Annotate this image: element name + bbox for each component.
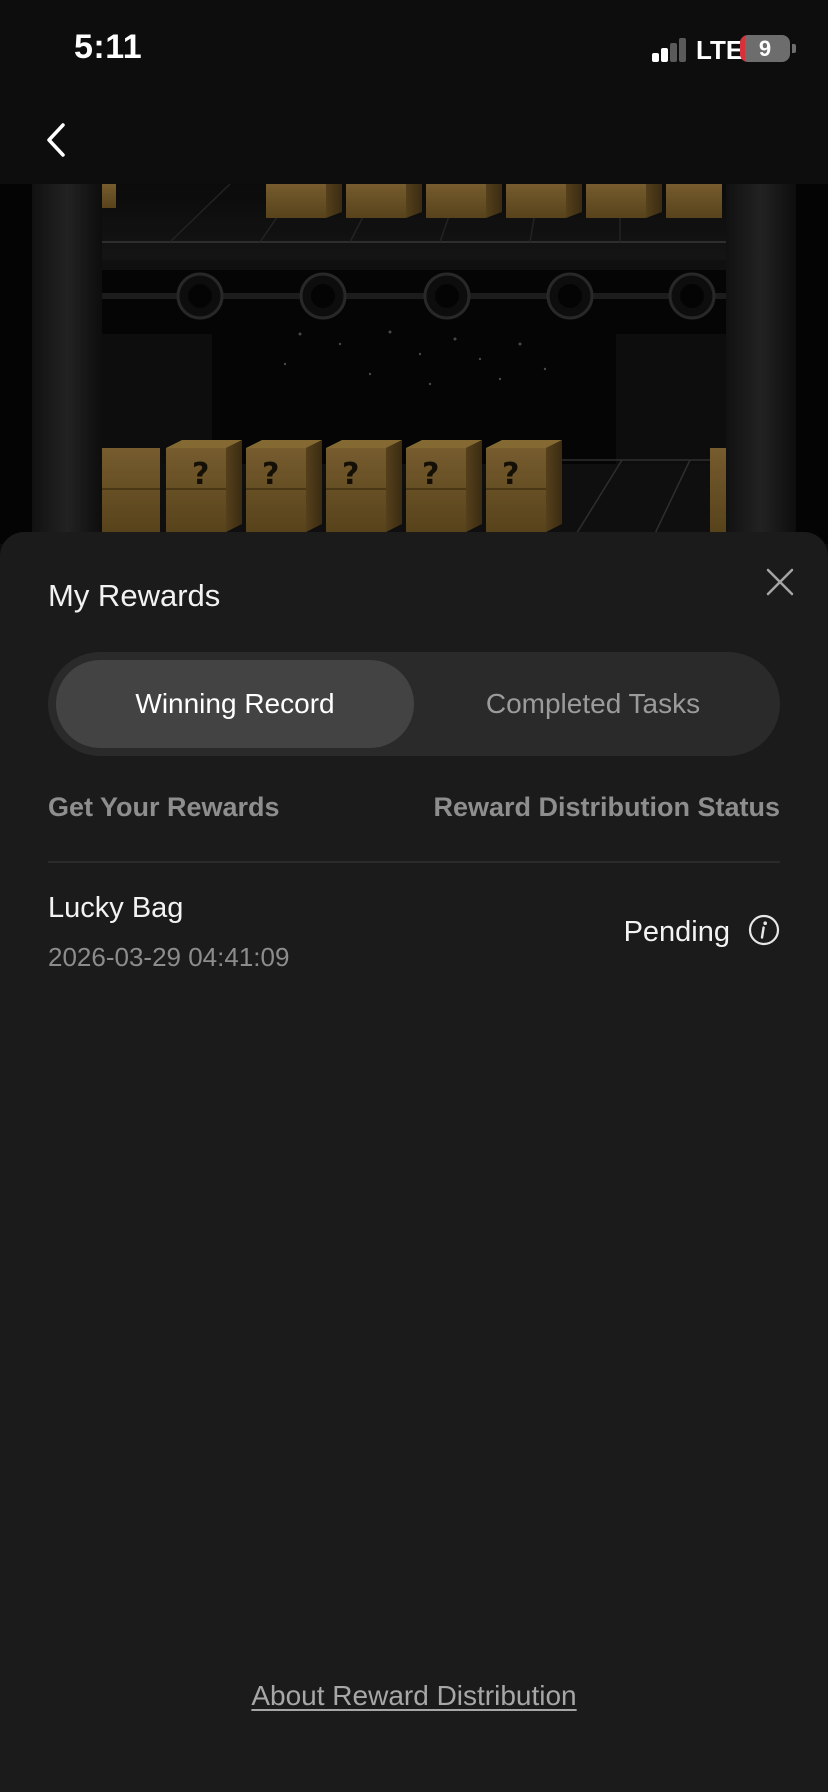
screen: 5:11 LTE 9 ? ? ? ? ? My Rewards Winning …: [0, 0, 828, 1792]
cellular-signal-icon: [652, 38, 688, 62]
lucky-bag-machine-scene: ? ? ? ? ?: [0, 184, 828, 544]
close-button[interactable]: [760, 562, 800, 602]
battery-percentage: 9: [758, 36, 772, 61]
reward-timestamp: 2026-03-29 04:41:09: [48, 942, 290, 972]
reward-record-row: Lucky Bag 2026-03-29 04:41:09 Pending: [0, 892, 828, 992]
tab-winning-record[interactable]: Winning Record: [56, 660, 414, 748]
about-reward-distribution-link[interactable]: About Reward Distribution: [251, 1680, 576, 1711]
back-button[interactable]: [34, 118, 78, 162]
status-time: 5:11: [74, 28, 143, 66]
network-label: LTE: [696, 35, 744, 65]
lucky-bag-machine-illustration: ? ? ? ? ?: [0, 184, 828, 544]
my-rewards-sheet: My Rewards Winning Record Completed Task…: [0, 532, 828, 1792]
sheet-title: My Rewards: [48, 578, 221, 613]
tab-completed-tasks[interactable]: Completed Tasks: [414, 660, 772, 748]
rewards-tab-switch: Winning Record Completed Tasks: [48, 652, 780, 756]
battery-cap: [792, 44, 796, 53]
info-icon: [748, 914, 780, 946]
battery-icon: 9: [740, 35, 790, 62]
divider: [48, 861, 780, 863]
nav-header: [0, 100, 828, 184]
distribution-status: Pending: [623, 916, 730, 948]
column-header-get-rewards: Get Your Rewards: [48, 792, 280, 822]
reward-name: Lucky Bag: [48, 892, 184, 924]
column-header-distribution-status: Reward Distribution Status: [433, 792, 780, 822]
chevron-left-icon: [47, 123, 65, 157]
about-reward-distribution: About Reward Distribution: [0, 1680, 828, 1712]
status-info-button[interactable]: [748, 914, 780, 946]
close-icon: [766, 568, 794, 596]
status-bar: 5:11 LTE 9: [0, 0, 828, 100]
